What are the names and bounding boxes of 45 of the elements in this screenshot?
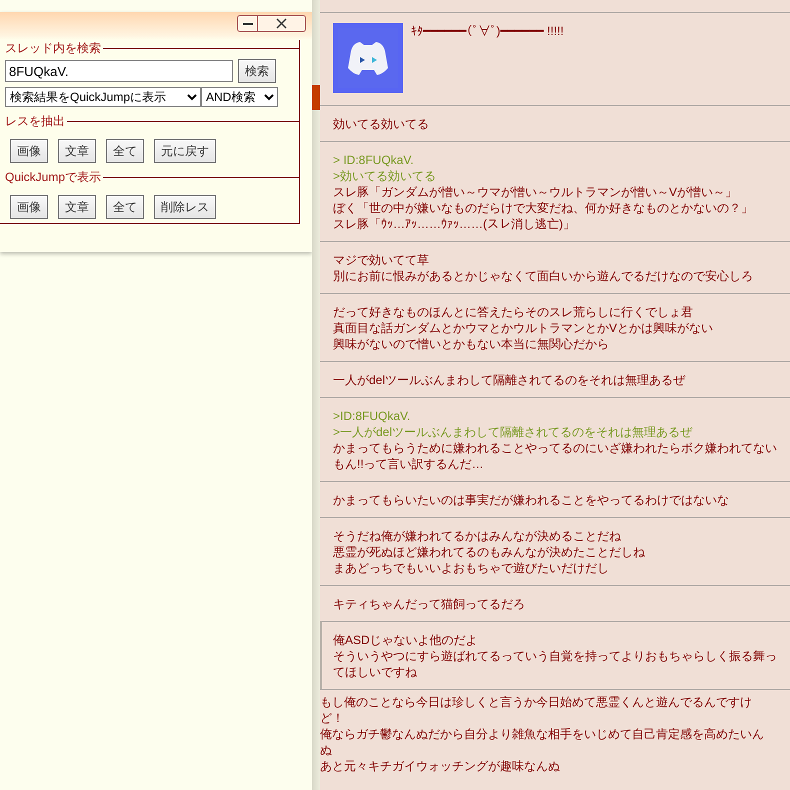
post-text: スレ豚「ｳｯ…ｱｯ……ｳｧｯ……(スレ消し逃亡)」 (333, 216, 576, 232)
quote-text: >ID:8FUQkaV. (333, 408, 412, 424)
post-text: あと元々キチガイウォッチングが趣味なんぬ (320, 758, 561, 774)
filter-button[interactable]: 画像 (10, 139, 48, 163)
quote-text: >効いてる効いてる (333, 168, 438, 184)
display-select[interactable]: 検索結果をQuickJumpに表示 (5, 87, 201, 107)
post-text: そういうやつにすら遊ばれてるっていう自覚を持ってよりおもちゃらしく振る舞ってほしいですね (333, 648, 778, 680)
post-text: スレ豚「ガンダムが憎い～ウマが憎い～ウルトラマンが憎い～Vが憎い～」 (333, 184, 738, 200)
post-text: マジで効いてて草 (333, 252, 430, 268)
post-text: 悪霊が死ぬほど嫌われてるのもみんなが決めたことだしね (333, 544, 645, 560)
post-text: キティちゃんだって猫飼ってるだろ (333, 596, 525, 612)
close-icon (276, 18, 287, 29)
post-text: かまってもらうために嫌われることやってるのにいざ嫌われたらボク嫌われてないもん!!って言い訳するんだ… (333, 440, 778, 472)
post-text: そうだね俺が嫌われてるかはみんなが決めることだね (333, 528, 622, 544)
post-text: 効いてる効いてる (333, 116, 429, 132)
post-text: だって好きなものほんとに答えたらそのスレ荒らしに行くでしょ君 (333, 304, 694, 320)
filter-button[interactable]: 全て (106, 195, 144, 219)
close-button[interactable] (258, 15, 306, 32)
filter-button[interactable]: 削除レス (154, 195, 216, 219)
minimize-icon (242, 22, 252, 24)
post-text: 真面目な話ガンダムとかウマとかウルトラマンとかVとかは興味がない (333, 320, 714, 336)
filter-button[interactable]: 全て (106, 139, 144, 163)
minimize-button[interactable] (237, 15, 258, 32)
filter-button[interactable]: 元に戻す (154, 139, 216, 163)
post-text: ｷﾀ━━━━━━(ﾟ∀ﾟ)━━━━━━ !!!!! (411, 23, 564, 39)
mode-select[interactable]: AND検索 (201, 87, 278, 107)
post-text: まあどっちでもいいよおもちゃで遊びたいだけだし (333, 560, 610, 576)
post-text: もし俺のことなら今日は珍しくと言うか今日始めて悪霊くんと遊んでるんですけど！ (320, 694, 753, 726)
filter-button[interactable]: 文章 (58, 139, 96, 163)
post-text: 興味がないので憎いとかもない本当に無関心だから (333, 336, 610, 352)
post-text: ぼく「世の中が嫌いなものだらけで大変だね、何か好きなものとかないの？」 (333, 200, 753, 216)
filter-button[interactable]: 画像 (10, 195, 48, 219)
section-legend: スレッド内を検索 (0, 40, 103, 56)
post-text: 別にお前に恨みがあるとかじゃなくて面白いから遊んでるだけなので安心しろ (333, 268, 753, 284)
filter-button[interactable]: 文章 (58, 195, 96, 219)
search-button[interactable]: 検索 (238, 59, 276, 83)
post-text: 俺ASDじゃないよ他のだよ (333, 632, 479, 648)
quote-text: >一人がdelツールぶんまわして隔離されてるのをそれは無理あるぜ (333, 424, 694, 440)
section-legend: QuickJumpで表示 (0, 168, 104, 186)
post-text: 一人がdelツールぶんまわして隔離されてるのをそれは無理あるぜ (333, 372, 686, 388)
quote-text: > ID:8FUQkaV. (333, 152, 415, 168)
post-text: 俺ならガチ鬱なんぬだから自分より雑魚な相手をいじめて自己肯定感を高めたいんぬ (320, 726, 765, 758)
search-field[interactable]: 8FUQkaV. (5, 60, 233, 82)
post-text: かまってもらいたいのは事実だが嫌われることをやってるわけではないな (333, 492, 729, 508)
tab-edge (312, 85, 320, 110)
